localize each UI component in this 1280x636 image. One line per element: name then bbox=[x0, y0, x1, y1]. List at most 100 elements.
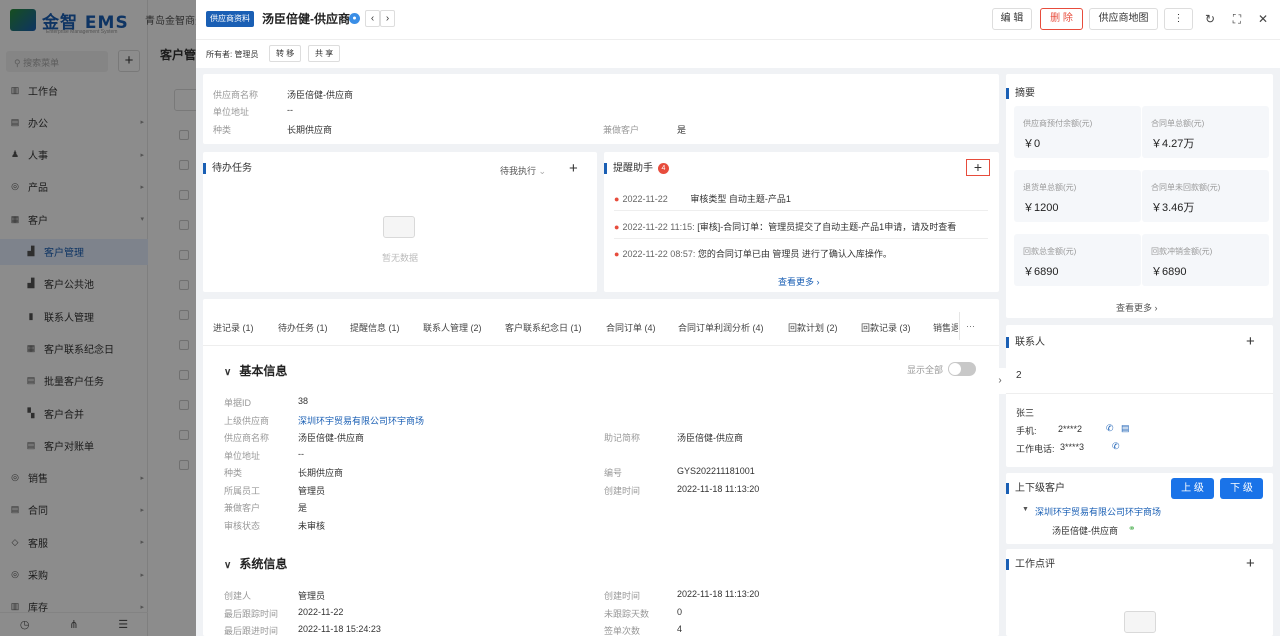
record-title: 汤臣倍健-供应商 bbox=[262, 12, 350, 26]
reminder-text: 您的合同订单已由 管理员 进行了确认入库操作。 bbox=[697, 249, 892, 259]
field-label: 未跟踪天数 bbox=[604, 608, 650, 619]
tab-payment-plan[interactable]: 回款计划 (2) bbox=[788, 321, 838, 334]
fullscreen-icon[interactable]: ⛶ bbox=[1228, 10, 1246, 28]
more-icon[interactable]: ⋮ bbox=[1164, 8, 1193, 30]
tab-profit-analysis[interactable]: 合同订单利润分析 (4) bbox=[678, 321, 764, 334]
prev-record-button[interactable]: ‹ bbox=[365, 10, 380, 27]
summary-value: ￥0 bbox=[1023, 138, 1041, 150]
supplier-map-button[interactable]: 供应商地图 bbox=[1089, 8, 1158, 30]
review-title: 工作点评 bbox=[1006, 559, 1055, 570]
child-customer-button[interactable]: 下 级 bbox=[1220, 478, 1263, 499]
field-label: 助记简称 bbox=[604, 433, 641, 443]
todo-filter[interactable]: 待我执行 ⌄ bbox=[500, 164, 546, 177]
tab-contacts[interactable]: 联系人管理 (2) bbox=[423, 321, 482, 334]
field-label: 单位地址 bbox=[224, 450, 261, 461]
title-badge-icon: ● bbox=[349, 13, 360, 24]
summary-more-link[interactable]: 查看更多 › bbox=[1116, 301, 1158, 314]
reminder-item[interactable]: ● 2022-11-22 08:57: 您的合同订单已由 管理员 进行了确认入库操… bbox=[614, 247, 892, 260]
field-label: 创建时间 bbox=[604, 486, 641, 496]
contact-count: 2 bbox=[1016, 370, 1022, 381]
summary-value: ￥6890 bbox=[1023, 266, 1059, 278]
tab-payment-records[interactable]: 回款记录 (3) bbox=[861, 321, 911, 334]
overview-card: 供应商名称 汤臣倍健-供应商 单位地址 -- 种类 长期供应商 兼做客户 是 bbox=[203, 74, 999, 144]
field-value: 38 bbox=[298, 396, 309, 406]
field-value: 管理员 bbox=[298, 485, 326, 496]
review-card: 工作点评 + bbox=[1006, 549, 1273, 636]
show-all-toggle[interactable] bbox=[948, 362, 976, 376]
field-value: GYS202211181001 bbox=[677, 466, 755, 476]
share-button[interactable]: 共 享 bbox=[308, 45, 341, 62]
message-icon[interactable]: ▤ bbox=[1121, 423, 1130, 434]
reminder-count-badge: 4 bbox=[658, 163, 669, 174]
field-label: 创建时间 bbox=[604, 591, 641, 601]
summary-label: 退货单总额(元) bbox=[1023, 183, 1077, 192]
field-value: 汤臣倍健-供应商 bbox=[298, 433, 364, 443]
add-review-icon[interactable]: + bbox=[1246, 556, 1255, 571]
summary-card: 摘要 供应商预付余额(元) ￥0 合同单总额(元) ￥4.27万 退货单总额(元) ￥12… bbox=[1006, 74, 1273, 318]
summary-label: 合同单总额(元) bbox=[1151, 119, 1205, 128]
contact-name: 张三 bbox=[1016, 408, 1035, 418]
field-label: 供应商名称 bbox=[224, 433, 270, 443]
field-value: 2022-11-18 11:13:20 bbox=[677, 589, 760, 599]
reminder-item[interactable]: ● 2022-11-22 审核类型 自动主题-产品1 bbox=[614, 192, 791, 205]
field-value: 0 bbox=[677, 606, 683, 617]
field-value: 长期供应商 bbox=[298, 468, 344, 478]
field-value: 2022-11-18 11:13:20 bbox=[677, 484, 760, 494]
empty-box-icon bbox=[383, 216, 415, 238]
phone-icon[interactable]: ✆ bbox=[1106, 423, 1114, 434]
field-value: 是 bbox=[298, 503, 308, 513]
todo-card: 待办任务 待我执行 ⌄ + 暂无数据 bbox=[203, 152, 597, 292]
field-label: 种类 bbox=[213, 125, 232, 135]
field-label: 创建人 bbox=[224, 591, 252, 601]
collapse-panel-icon[interactable]: › bbox=[993, 368, 1007, 394]
reminder-item[interactable]: ● 2022-11-22 11:15: [审核]-合同订单：管理员提交了自动主题-… bbox=[614, 220, 956, 233]
field-value: -- bbox=[298, 448, 304, 459]
reminder-title: 提醒助手 bbox=[604, 163, 653, 174]
reminder-date: 2022-11-22 08:57: bbox=[622, 249, 696, 259]
reminder-more-link[interactable]: 查看更多 › bbox=[778, 275, 820, 288]
system-info-title: 系统信息 bbox=[239, 557, 288, 571]
refresh-icon[interactable]: ↻ bbox=[1201, 10, 1219, 28]
field-value: -- bbox=[287, 105, 293, 115]
phone-icon[interactable]: ✆ bbox=[1112, 441, 1120, 452]
field-label: 所属员工 bbox=[224, 485, 261, 496]
delete-button[interactable]: 删 除 bbox=[1040, 8, 1083, 30]
add-contact-icon[interactable]: + bbox=[1246, 334, 1255, 349]
edit-button[interactable]: 编 辑 bbox=[992, 8, 1032, 30]
summary-label: 合同单未回款额(元) bbox=[1151, 183, 1221, 192]
tab-sales-return[interactable]: 销售退 bbox=[933, 321, 958, 334]
link-icon[interactable]: ⚭ bbox=[1128, 523, 1136, 534]
parent-supplier-link[interactable]: 深圳环宇贸易有限公司环宇商场 bbox=[298, 414, 424, 427]
caret-down-icon[interactable]: ▼ bbox=[1022, 506, 1029, 513]
dot-icon: ● bbox=[614, 249, 620, 259]
tab-reminder[interactable]: 提醒信息 (1) bbox=[350, 321, 400, 334]
divider bbox=[614, 238, 988, 239]
tab-todo[interactable]: 待办任务 (1) bbox=[278, 321, 328, 334]
tabs-more-icon[interactable]: ··· bbox=[966, 321, 975, 331]
summary-tile: 回款总金额(元) ￥6890 bbox=[1014, 234, 1141, 286]
transfer-button[interactable]: 转 移 bbox=[269, 45, 302, 62]
close-icon[interactable]: ✕ bbox=[1254, 10, 1272, 28]
phone-label: 手机: bbox=[1016, 426, 1037, 436]
tab-anniversary[interactable]: 客户联系纪念日 (1) bbox=[505, 321, 582, 334]
hierarchy-title: 上下级客户 bbox=[1006, 483, 1065, 494]
field-value: 2022-11-18 15:24:23 bbox=[298, 624, 381, 634]
next-record-button[interactable]: › bbox=[380, 10, 395, 27]
chevron-down-icon: ∨ bbox=[224, 560, 232, 571]
field-label: 供应商名称 bbox=[213, 90, 259, 100]
tab-follow[interactable]: 进记录 (1) bbox=[213, 321, 254, 334]
phone-value: 2****2 bbox=[1058, 424, 1083, 434]
reminder-date: 2022-11-22 bbox=[622, 194, 668, 204]
owner-bar bbox=[196, 40, 1280, 68]
parent-customer-link[interactable]: 深圳环宇贸易有限公司环宇商场 bbox=[1035, 505, 1161, 518]
field-label: 审核状态 bbox=[224, 520, 261, 531]
field-label: 单据ID bbox=[224, 398, 252, 408]
field-value: 未审核 bbox=[298, 520, 326, 531]
add-todo-icon[interactable]: + bbox=[569, 161, 578, 176]
basic-info-heading[interactable]: ∨ 基本信息 bbox=[224, 362, 287, 379]
add-reminder-icon[interactable]: + bbox=[966, 159, 990, 176]
parent-customer-button[interactable]: 上 级 bbox=[1171, 478, 1214, 499]
chevron-down-icon: ⌄ bbox=[538, 166, 547, 176]
tab-contract-orders[interactable]: 合同订单 (4) bbox=[606, 321, 656, 334]
system-info-heading[interactable]: ∨ 系统信息 bbox=[224, 555, 287, 572]
